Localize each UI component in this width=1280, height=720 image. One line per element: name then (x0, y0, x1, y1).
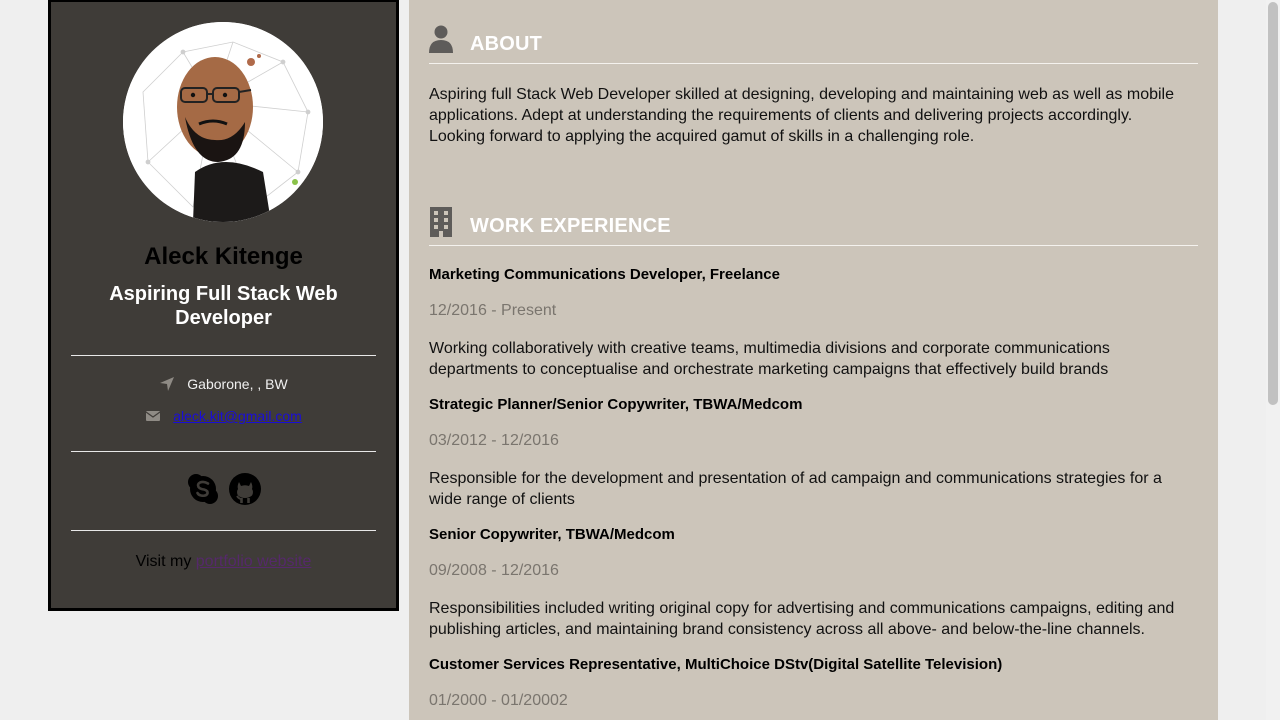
portfolio-link[interactable]: portfolio website (196, 553, 312, 570)
building-icon (429, 207, 453, 237)
about-heading: ABOUT (470, 33, 543, 55)
profile-card: Aleck Kitenge Aspiring Full Stack Web De… (48, 0, 399, 611)
divider (71, 355, 376, 356)
divider (71, 451, 376, 452)
job-description: Responsibilities included writing origin… (429, 600, 1175, 638)
job-dates: 03/2012 - 12/2016 (429, 432, 559, 449)
skype-icon[interactable] (186, 472, 220, 506)
location-text: Gaborone, , BW (187, 376, 288, 392)
email-link[interactable]: aleck.kit@gmail.com (173, 408, 302, 424)
about-text: Aspiring full Stack Web Developer skille… (429, 86, 1175, 145)
location-row: Gaborone, , BW (51, 376, 396, 392)
job-title: Senior Copywriter, TBWA/Medcom (429, 526, 675, 543)
visit-line: Visit my portfolio website (51, 553, 396, 571)
social-links (51, 472, 396, 506)
location-arrow-icon (159, 376, 175, 392)
job-title: Marketing Communications Developer, Free… (429, 266, 780, 283)
job-description: Working collaboratively with creative te… (429, 340, 1110, 378)
visit-prefix: Visit my (135, 553, 196, 570)
profile-title: Aspiring Full Stack Web Developer (109, 283, 338, 329)
about-section-header: ABOUT (429, 25, 1198, 64)
avatar (123, 22, 323, 222)
job-dates: 01/2000 - 01/20002 (429, 692, 568, 709)
envelope-icon (145, 408, 161, 424)
user-icon (429, 25, 453, 55)
email-row: aleck.kit@gmail.com (51, 408, 396, 424)
job-title: Strategic Planner/Senior Copywriter, TBW… (429, 396, 803, 413)
profile-name: Aleck Kitenge (144, 243, 303, 270)
divider (71, 530, 376, 531)
scrollbar-thumb[interactable] (1268, 2, 1278, 405)
work-section-header: WORK EXPERIENCE (429, 207, 1198, 246)
work-heading: WORK EXPERIENCE (470, 215, 671, 237)
job-dates: 12/2016 - Present (429, 302, 557, 319)
avatar-illustration (123, 22, 323, 222)
job-description: Responsible for the development and pres… (429, 470, 1162, 508)
github-icon[interactable] (228, 472, 262, 506)
job-title: Customer Services Representative, MultiC… (429, 656, 1003, 673)
job-dates: 09/2008 - 12/2016 (429, 562, 559, 579)
resume-panel: ABOUT Aspiring full Stack Web Developer … (409, 0, 1218, 720)
